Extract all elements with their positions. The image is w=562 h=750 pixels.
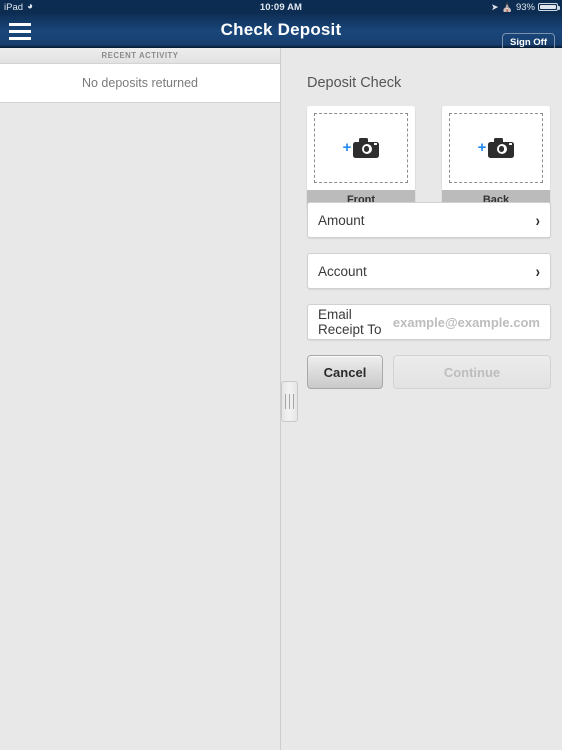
status-bar: iPad ◕ 10:09 AM ➤ ⛪ 93%	[0, 0, 562, 14]
empty-state-message: No deposits returned	[0, 64, 280, 103]
action-button-row: Cancel Continue	[307, 355, 551, 389]
status-bar-right: ➤ ⛪ 93%	[491, 1, 560, 13]
recent-activity-header: RECENT ACTIVITY	[0, 48, 280, 64]
deposit-form: Amount › Account › Email Receipt To exam…	[307, 202, 551, 355]
camera-add-icon	[353, 138, 380, 158]
email-receipt-row[interactable]: Email Receipt To example@example.com	[307, 304, 551, 340]
amount-label: Amount	[318, 212, 365, 228]
plus-icon: +	[477, 138, 487, 156]
deposit-check-pane: Deposit Check + Front + Back Amount › Ac…	[282, 48, 562, 750]
status-bar-time: 10:09 AM	[259, 1, 303, 13]
battery-percent-label: 93%	[515, 1, 535, 13]
camera-add-icon	[488, 138, 515, 158]
split-view-drag-handle[interactable]	[281, 381, 298, 422]
capture-preview-front: +	[307, 106, 415, 190]
capture-card-back[interactable]: + Back	[442, 106, 550, 210]
location-arrow-icon: ➤	[491, 1, 499, 12]
page-title: Check Deposit	[220, 20, 342, 39]
capture-dashed-frame: +	[314, 113, 408, 183]
check-capture-row: + Front + Back	[307, 106, 551, 210]
account-label: Account	[318, 263, 367, 279]
app-root: iPad ◕ 10:09 AM ➤ ⛪ 93% Check Deposit Si…	[0, 0, 562, 750]
continue-button: Continue	[393, 355, 551, 389]
capture-card-front[interactable]: + Front	[307, 106, 415, 210]
battery-icon	[538, 2, 560, 12]
amount-field-row[interactable]: Amount ›	[307, 202, 551, 238]
email-receipt-label: Email Receipt To	[318, 307, 382, 337]
capture-preview-back: +	[442, 106, 550, 190]
chevron-right-icon: ›	[535, 210, 540, 230]
plus-icon: +	[342, 138, 352, 156]
navigation-bar: Check Deposit Sign Off	[0, 14, 562, 52]
account-field-row[interactable]: Account ›	[307, 253, 551, 289]
chevron-right-icon: ›	[535, 261, 540, 281]
recent-activity-pane: RECENT ACTIVITY No deposits returned	[0, 48, 281, 750]
deposit-check-title: Deposit Check	[307, 75, 402, 91]
cancel-button[interactable]: Cancel	[307, 355, 383, 389]
capture-dashed-frame: +	[449, 113, 543, 183]
email-input[interactable]: example@example.com	[393, 315, 540, 330]
headphones-icon: ⛪	[501, 1, 513, 12]
